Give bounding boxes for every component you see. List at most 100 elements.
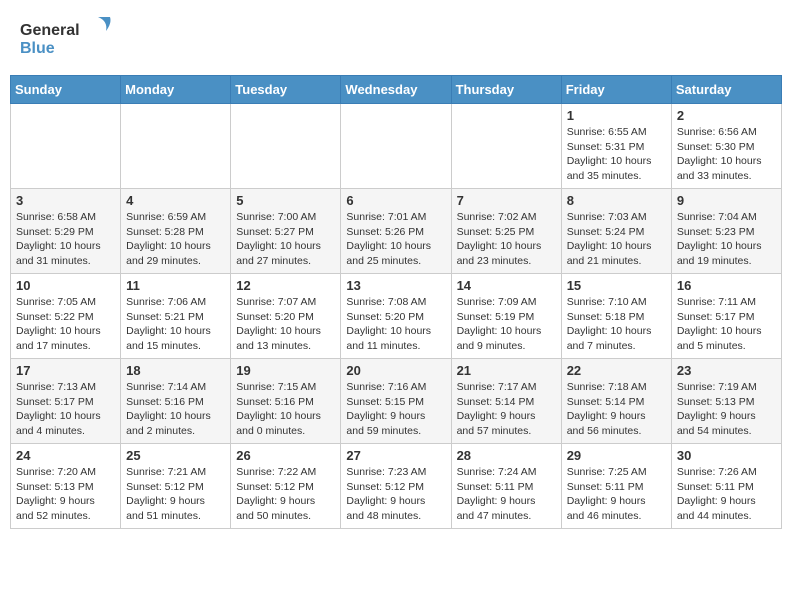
day-info: Sunrise: 7:25 AM Sunset: 5:11 PM Dayligh… [567, 465, 666, 524]
calendar-cell [341, 104, 451, 189]
day-info: Sunrise: 6:55 AM Sunset: 5:31 PM Dayligh… [567, 125, 666, 184]
calendar-cell: 21 Sunrise: 7:17 AM Sunset: 5:14 PM Dayli… [451, 359, 561, 444]
calendar-day-header: Sunday [11, 76, 121, 104]
day-number: 27 [346, 448, 445, 463]
day-info: Sunrise: 6:58 AM Sunset: 5:29 PM Dayligh… [16, 210, 115, 269]
day-number: 5 [236, 193, 335, 208]
calendar-cell [11, 104, 121, 189]
day-number: 7 [457, 193, 556, 208]
day-info: Sunrise: 7:20 AM Sunset: 5:13 PM Dayligh… [16, 465, 115, 524]
day-number: 24 [16, 448, 115, 463]
day-info: Sunrise: 7:24 AM Sunset: 5:11 PM Dayligh… [457, 465, 556, 524]
day-number: 1 [567, 108, 666, 123]
calendar-cell: 19Sunrise: 7:15 AM Sunset: 5:16 PM Dayli… [231, 359, 341, 444]
calendar-header-row: SundayMondayTuesdayWednesdayThursdayFrid… [11, 76, 782, 104]
day-info: Sunrise: 7:05 AM Sunset: 5:22 PM Dayligh… [16, 295, 115, 354]
day-info: Sunrise: 7:16 AM Sunset: 5:15 PM Dayligh… [346, 380, 445, 439]
day-number: 9 [677, 193, 776, 208]
calendar-day-header: Monday [121, 76, 231, 104]
calendar-cell: 2 Sunrise: 6:56 AM Sunset: 5:30 PM Daylig… [671, 104, 781, 189]
calendar-cell: 4 Sunrise: 6:59 AM Sunset: 5:28 PM Daylig… [121, 189, 231, 274]
day-number: 23 [677, 363, 776, 378]
day-number: 21 [457, 363, 556, 378]
calendar-cell: 28 Sunrise: 7:24 AM Sunset: 5:11 PM Dayli… [451, 444, 561, 529]
calendar-cell: 6 Sunrise: 7:01 AM Sunset: 5:26 PM Daylig… [341, 189, 451, 274]
calendar-day-header: Friday [561, 76, 671, 104]
calendar-cell: 23 Sunrise: 7:19 AM Sunset: 5:13 PM Dayli… [671, 359, 781, 444]
day-info: Sunrise: 7:23 AM Sunset: 5:12 PM Dayligh… [346, 465, 445, 524]
calendar-table: SundayMondayTuesdayWednesdayThursdayFrid… [10, 75, 782, 529]
day-info: Sunrise: 7:17 AM Sunset: 5:14 PM Dayligh… [457, 380, 556, 439]
day-number: 13 [346, 278, 445, 293]
day-info: Sunrise: 7:01 AM Sunset: 5:26 PM Dayligh… [346, 210, 445, 269]
day-number: 17 [16, 363, 115, 378]
day-info: Sunrise: 7:04 AM Sunset: 5:23 PM Dayligh… [677, 210, 776, 269]
calendar-cell: 16Sunrise: 7:11 AM Sunset: 5:17 PM Dayli… [671, 274, 781, 359]
svg-text:General: General [20, 22, 80, 39]
day-number: 18 [126, 363, 225, 378]
calendar-cell: 17 Sunrise: 7:13 AM Sunset: 5:17 PM Dayli… [11, 359, 121, 444]
calendar-cell: 7 Sunrise: 7:02 AM Sunset: 5:25 PM Daylig… [451, 189, 561, 274]
day-number: 4 [126, 193, 225, 208]
day-number: 10 [16, 278, 115, 293]
day-number: 6 [346, 193, 445, 208]
calendar-cell: 24 Sunrise: 7:20 AM Sunset: 5:13 PM Dayli… [11, 444, 121, 529]
calendar-cell: 14Sunrise: 7:09 AM Sunset: 5:19 PM Dayli… [451, 274, 561, 359]
calendar-day-header: Wednesday [341, 76, 451, 104]
calendar-cell: 29 Sunrise: 7:25 AM Sunset: 5:11 PM Dayli… [561, 444, 671, 529]
day-number: 22 [567, 363, 666, 378]
calendar-week-row: 10 Sunrise: 7:05 AM Sunset: 5:22 PM Dayli… [11, 274, 782, 359]
day-number: 16 [677, 278, 776, 293]
calendar-cell: 11Sunrise: 7:06 AM Sunset: 5:21 PM Dayli… [121, 274, 231, 359]
calendar-cell [231, 104, 341, 189]
day-info: Sunrise: 7:03 AM Sunset: 5:24 PM Dayligh… [567, 210, 666, 269]
logo: General Blue [20, 15, 120, 60]
day-info: Sunrise: 7:18 AM Sunset: 5:14 PM Dayligh… [567, 380, 666, 439]
calendar-cell: 3 Sunrise: 6:58 AM Sunset: 5:29 PM Daylig… [11, 189, 121, 274]
day-info: Sunrise: 7:13 AM Sunset: 5:17 PM Dayligh… [16, 380, 115, 439]
calendar-cell: 30Sunrise: 7:26 AM Sunset: 5:11 PM Dayli… [671, 444, 781, 529]
day-number: 30 [677, 448, 776, 463]
day-number: 29 [567, 448, 666, 463]
calendar-cell: 25Sunrise: 7:21 AM Sunset: 5:12 PM Dayli… [121, 444, 231, 529]
day-info: Sunrise: 7:06 AM Sunset: 5:21 PM Dayligh… [126, 295, 225, 354]
calendar-cell: 27 Sunrise: 7:23 AM Sunset: 5:12 PM Dayli… [341, 444, 451, 529]
day-info: Sunrise: 7:08 AM Sunset: 5:20 PM Dayligh… [346, 295, 445, 354]
day-number: 20 [346, 363, 445, 378]
calendar-week-row: 24 Sunrise: 7:20 AM Sunset: 5:13 PM Dayli… [11, 444, 782, 529]
day-number: 3 [16, 193, 115, 208]
calendar-cell: 5 Sunrise: 7:00 AM Sunset: 5:27 PM Daylig… [231, 189, 341, 274]
calendar-cell: 26Sunrise: 7:22 AM Sunset: 5:12 PM Dayli… [231, 444, 341, 529]
day-number: 19 [236, 363, 335, 378]
day-number: 12 [236, 278, 335, 293]
day-info: Sunrise: 7:14 AM Sunset: 5:16 PM Dayligh… [126, 380, 225, 439]
calendar-cell: 9 Sunrise: 7:04 AM Sunset: 5:23 PM Daylig… [671, 189, 781, 274]
calendar-cell: 8 Sunrise: 7:03 AM Sunset: 5:24 PM Daylig… [561, 189, 671, 274]
day-number: 2 [677, 108, 776, 123]
day-info: Sunrise: 6:56 AM Sunset: 5:30 PM Dayligh… [677, 125, 776, 184]
calendar-cell: 20 Sunrise: 7:16 AM Sunset: 5:15 PM Dayli… [341, 359, 451, 444]
calendar-week-row: 17 Sunrise: 7:13 AM Sunset: 5:17 PM Dayli… [11, 359, 782, 444]
day-number: 26 [236, 448, 335, 463]
calendar-cell: 15Sunrise: 7:10 AM Sunset: 5:18 PM Dayli… [561, 274, 671, 359]
day-number: 28 [457, 448, 556, 463]
calendar-week-row: 3 Sunrise: 6:58 AM Sunset: 5:29 PM Daylig… [11, 189, 782, 274]
calendar-cell: 10 Sunrise: 7:05 AM Sunset: 5:22 PM Dayli… [11, 274, 121, 359]
day-info: Sunrise: 7:00 AM Sunset: 5:27 PM Dayligh… [236, 210, 335, 269]
day-number: 8 [567, 193, 666, 208]
calendar-cell: 1 Sunrise: 6:55 AM Sunset: 5:31 PM Daylig… [561, 104, 671, 189]
day-info: Sunrise: 6:59 AM Sunset: 5:28 PM Dayligh… [126, 210, 225, 269]
calendar-cell: 13 Sunrise: 7:08 AM Sunset: 5:20 PM Dayli… [341, 274, 451, 359]
calendar-cell [121, 104, 231, 189]
day-info: Sunrise: 7:19 AM Sunset: 5:13 PM Dayligh… [677, 380, 776, 439]
svg-text:Blue: Blue [20, 40, 55, 57]
calendar-cell: 18 Sunrise: 7:14 AM Sunset: 5:16 PM Dayli… [121, 359, 231, 444]
day-info: Sunrise: 7:02 AM Sunset: 5:25 PM Dayligh… [457, 210, 556, 269]
day-info: Sunrise: 7:10 AM Sunset: 5:18 PM Dayligh… [567, 295, 666, 354]
day-info: Sunrise: 7:09 AM Sunset: 5:19 PM Dayligh… [457, 295, 556, 354]
calendar-week-row: 1 Sunrise: 6:55 AM Sunset: 5:31 PM Daylig… [11, 104, 782, 189]
calendar-cell: 22 Sunrise: 7:18 AM Sunset: 5:14 PM Dayli… [561, 359, 671, 444]
page-header: General Blue [10, 10, 782, 65]
calendar-cell: 12Sunrise: 7:07 AM Sunset: 5:20 PM Dayli… [231, 274, 341, 359]
calendar-cell [451, 104, 561, 189]
